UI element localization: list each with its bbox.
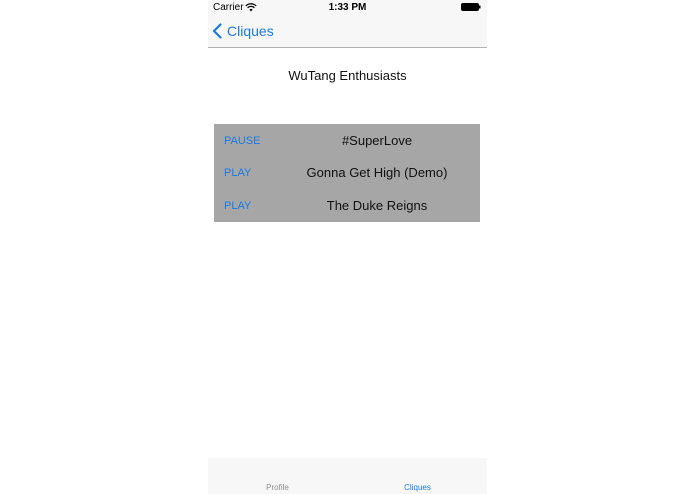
tab-profile-label: Profile <box>266 483 289 492</box>
song-list: PAUSE #SuperLove PLAY Gonna Get High (De… <box>214 124 480 222</box>
tab-bar: Profile Cliques <box>208 458 487 494</box>
status-time: 1:33 PM <box>328 2 367 13</box>
battery-icon <box>461 3 481 11</box>
back-button-label: Cliques <box>227 23 274 39</box>
group-title: WuTang Enthusiasts <box>288 68 407 83</box>
back-button[interactable]: Cliques <box>212 19 274 43</box>
song-row: PAUSE #SuperLove <box>214 125 480 157</box>
tab-cliques[interactable]: Cliques <box>348 458 487 494</box>
navigation-bar: Cliques <box>208 16 487 48</box>
song-title: The Duke Reigns <box>326 198 428 213</box>
song-row: PLAY The Duke Reigns <box>214 190 480 222</box>
pause-button[interactable]: PAUSE <box>224 125 260 157</box>
song-row: PLAY Gonna Get High (Demo) <box>214 157 480 189</box>
app-screen: Carrier 1:33 PM Cliques WuTang Enthusias… <box>208 0 487 494</box>
tab-profile[interactable]: Profile <box>208 458 347 494</box>
song-title: #SuperLove <box>341 133 413 148</box>
song-title: Gonna Get High (Demo) <box>306 165 448 180</box>
play-button[interactable]: PLAY <box>224 190 251 222</box>
tab-cliques-label: Cliques <box>404 483 431 492</box>
play-button[interactable]: PLAY <box>224 157 251 189</box>
chevron-left-icon <box>212 23 222 39</box>
status-bar: Carrier 1:33 PM <box>208 0 487 16</box>
